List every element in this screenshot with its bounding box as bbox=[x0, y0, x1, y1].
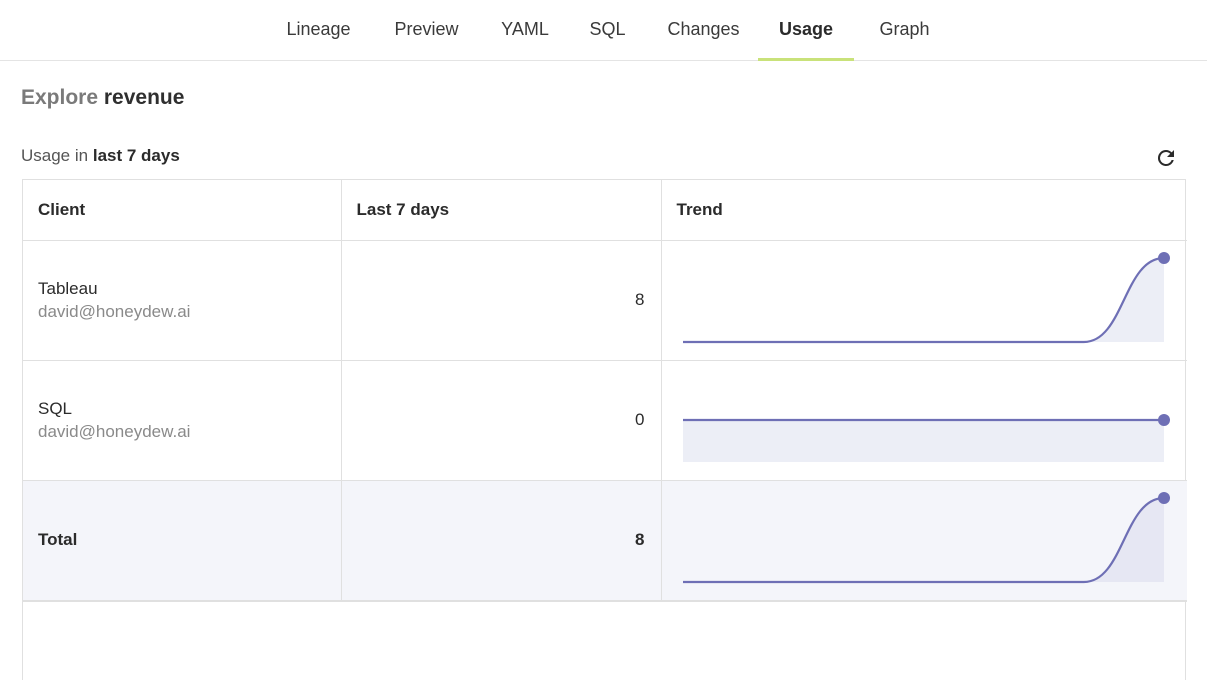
trend-cell bbox=[660, 479, 1187, 602]
tab-yaml[interactable]: YAML bbox=[500, 0, 550, 60]
tab-sql[interactable]: SQL bbox=[589, 0, 626, 60]
trend-sparkline bbox=[682, 413, 1170, 462]
usage-prefix: Usage in bbox=[21, 146, 89, 165]
client-user: david@honeydew.ai bbox=[38, 302, 191, 321]
column-header-trend: Trend bbox=[660, 180, 1187, 241]
usage-period: last 7 days bbox=[92, 146, 180, 165]
client-name: SQL bbox=[38, 399, 73, 418]
trend-endpoint bbox=[1157, 251, 1170, 264]
trend-cell bbox=[660, 239, 1187, 361]
total-label: Total bbox=[23, 479, 342, 602]
trend-line bbox=[682, 496, 1164, 583]
table-row: Tableau david@honeydew.ai 8 bbox=[23, 239, 1187, 361]
client-name: Tableau bbox=[38, 279, 98, 298]
total-row: Total 8 bbox=[23, 479, 1187, 602]
client-cell: SQL david@honeydew.ai bbox=[23, 359, 342, 481]
column-header-client: Client bbox=[23, 180, 342, 241]
usage-table: Client Last 7 days Trend Tableau david@h… bbox=[22, 179, 1187, 680]
total-count: 8 bbox=[340, 479, 662, 602]
page-title-prefix: Explore bbox=[21, 86, 99, 109]
trend-line bbox=[682, 256, 1164, 343]
page-title: Explore revenue bbox=[21, 86, 184, 110]
trend-endpoint bbox=[1157, 413, 1170, 426]
tab-graph[interactable]: Graph bbox=[878, 0, 931, 60]
trend-area bbox=[682, 497, 1164, 582]
refresh-button[interactable] bbox=[1154, 146, 1178, 170]
tab-usage-label: Usage bbox=[778, 19, 834, 39]
trend-endpoint bbox=[1157, 491, 1170, 504]
table-header-row: Client Last 7 days Trend bbox=[23, 180, 1187, 241]
total-trend-sparkline bbox=[682, 491, 1170, 583]
table-row: SQL david@honeydew.ai 0 bbox=[23, 359, 1187, 481]
trend-area bbox=[682, 257, 1164, 342]
usage-count: 8 bbox=[340, 239, 662, 361]
tab-changes[interactable]: Changes bbox=[665, 0, 742, 60]
tab-usage[interactable]: Usage bbox=[758, 0, 854, 61]
client-cell: Tableau david@honeydew.ai bbox=[23, 239, 342, 361]
trend-area bbox=[682, 419, 1164, 462]
usage-period-label: Usage in last 7 days bbox=[21, 146, 180, 166]
page-title-entity: revenue bbox=[103, 86, 185, 109]
tab-bar: Lineage Preview YAML SQL Changes Usage G… bbox=[0, 0, 1207, 61]
column-header-last-7-days: Last 7 days bbox=[340, 180, 662, 241]
client-user: david@honeydew.ai bbox=[38, 422, 191, 441]
usage-count: 0 bbox=[340, 359, 662, 481]
trend-cell bbox=[660, 359, 1187, 481]
tab-lineage[interactable]: Lineage bbox=[284, 0, 353, 60]
refresh-icon bbox=[1157, 149, 1174, 166]
tab-preview[interactable]: Preview bbox=[392, 0, 461, 60]
trend-sparkline bbox=[682, 251, 1170, 343]
